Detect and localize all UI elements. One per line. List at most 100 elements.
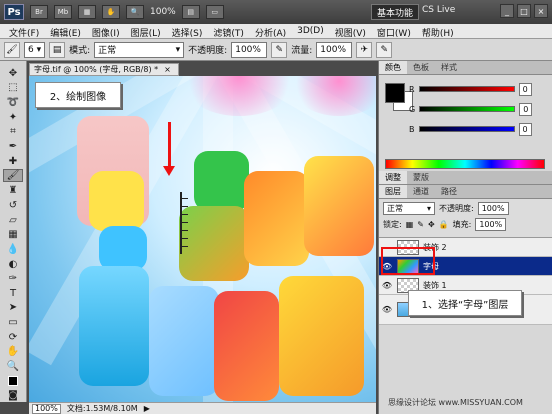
tab-masks[interactable]: 蒙版 xyxy=(407,171,435,184)
brush-size-picker[interactable]: 6 ▾ xyxy=(24,41,46,58)
brush-panel-icon[interactable]: ▤ xyxy=(49,41,66,58)
opacity-input[interactable]: 100% xyxy=(231,41,268,58)
r-value[interactable]: 0 xyxy=(518,82,532,96)
tab-layers[interactable]: 图层 xyxy=(379,185,407,198)
letter-piece xyxy=(89,171,144,231)
g-slider[interactable] xyxy=(419,106,516,112)
menu-3d[interactable]: 3D(D) xyxy=(292,24,330,38)
foreground-color-swatch[interactable] xyxy=(3,375,23,388)
slider-r[interactable]: R 0 xyxy=(409,82,532,96)
menu-view[interactable]: 视图(V) xyxy=(330,24,372,39)
chevron-down-icon: ▾ xyxy=(426,204,431,213)
history-brush-tool-icon[interactable]: ↺ xyxy=(3,199,23,212)
quick-select-tool-icon[interactable]: ✦ xyxy=(3,111,23,124)
view-extras-button[interactable]: ▦ xyxy=(78,5,96,19)
path-select-tool-icon[interactable]: ➤ xyxy=(3,302,23,315)
letter-r xyxy=(244,171,309,266)
workspace-button[interactable]: 基本功能 xyxy=(371,4,419,20)
slider-b[interactable]: B 0 xyxy=(409,122,532,136)
document-tab[interactable]: 字母.tif @ 100% (字母, RGB/8) * × xyxy=(29,63,179,76)
hand-tool-icon[interactable]: ✋ xyxy=(3,346,23,359)
minibridge-button[interactable]: Mb xyxy=(54,5,72,19)
healing-tool-icon[interactable]: ✚ xyxy=(3,155,23,168)
tab-paths[interactable]: 路径 xyxy=(435,185,463,198)
menu-file[interactable]: 文件(F) xyxy=(4,24,45,39)
close-tab-icon[interactable]: × xyxy=(164,65,171,74)
r-slider[interactable] xyxy=(418,86,515,92)
quick-mask-icon[interactable]: ◙ xyxy=(3,389,23,402)
tools-panel: ✥ ⬚ ➰ ✦ ⌗ ✒ ✚ 🖌 ♜ ↺ ▱ ▦ 💧 ◐ ✑ T ➤ ▭ ⟳ ✋ … xyxy=(0,61,27,402)
tab-adjustments[interactable]: 调整 xyxy=(379,171,407,184)
pressure-opacity-icon[interactable]: ✎ xyxy=(271,41,288,58)
eye-icon[interactable]: 👁 xyxy=(381,304,393,316)
airbrush-icon[interactable]: ✈ xyxy=(356,41,373,58)
cs-live-button[interactable]: CS Live xyxy=(422,5,455,15)
3d-rotate-tool-icon[interactable]: ⟳ xyxy=(3,331,23,344)
slider-g[interactable]: G 0 xyxy=(409,102,533,116)
foreground-color-swatch[interactable] xyxy=(385,83,405,103)
lock-position-icon[interactable]: ✥ xyxy=(428,220,435,229)
pressure-size-icon[interactable]: ✎ xyxy=(376,41,393,58)
arrange-documents-button[interactable]: ▤ xyxy=(181,5,200,19)
tab-styles[interactable]: 样式 xyxy=(435,61,463,74)
status-zoom-field[interactable]: 100% xyxy=(32,403,61,414)
brush-preset-icon[interactable]: 🖌 xyxy=(4,41,20,58)
hand-tool-button[interactable]: ✋ xyxy=(102,5,120,19)
minimize-button[interactable]: _ xyxy=(500,4,514,18)
tab-color[interactable]: 颜色 xyxy=(379,61,407,74)
close-button[interactable]: × xyxy=(534,4,548,18)
eye-icon[interactable]: 👁 xyxy=(381,279,393,291)
tab-swatches[interactable]: 色板 xyxy=(407,61,435,74)
bridge-button[interactable]: Br xyxy=(30,5,48,19)
selected-layer-highlight xyxy=(381,247,435,275)
flow-input[interactable]: 100% xyxy=(316,41,353,58)
lasso-tool-icon[interactable]: ➰ xyxy=(3,96,23,109)
menu-filter[interactable]: 滤镜(T) xyxy=(208,24,250,39)
eraser-tool-icon[interactable]: ▱ xyxy=(3,214,23,227)
color-spectrum[interactable] xyxy=(385,159,545,169)
b-slider[interactable] xyxy=(418,126,515,132)
b-value[interactable]: 0 xyxy=(518,122,532,136)
layer-opacity-input[interactable]: 100% xyxy=(477,202,509,215)
g-value[interactable]: 0 xyxy=(519,102,533,116)
menu-edit[interactable]: 编辑(E) xyxy=(45,24,87,39)
menu-select[interactable]: 选择(S) xyxy=(167,24,209,39)
lock-all-icon[interactable]: 🔒 xyxy=(439,220,449,229)
pen-tool-icon[interactable]: ✑ xyxy=(3,272,23,285)
shape-tool-icon[interactable]: ▭ xyxy=(3,316,23,329)
document-canvas[interactable]: 2、绘制图像 xyxy=(29,76,376,402)
crop-tool-icon[interactable]: ⌗ xyxy=(3,126,23,139)
eyedropper-tool-icon[interactable]: ✒ xyxy=(3,140,23,153)
marquee-tool-icon[interactable]: ⬚ xyxy=(3,82,23,95)
menu-help[interactable]: 帮助(H) xyxy=(417,24,460,39)
flow-value: 100% xyxy=(320,44,346,55)
zoom-tool-icon[interactable]: 🔍 xyxy=(3,360,23,373)
menu-window[interactable]: 窗口(W) xyxy=(372,24,417,39)
zoom-level[interactable]: 100% xyxy=(150,7,176,17)
gradient-tool-icon[interactable]: ▦ xyxy=(3,228,23,241)
tab-channels[interactable]: 通道 xyxy=(407,185,435,198)
clone-stamp-tool-icon[interactable]: ♜ xyxy=(3,184,23,197)
blend-mode-select[interactable]: 正常 ▾ xyxy=(383,202,435,215)
layer-name: 装饰 1 xyxy=(423,280,447,290)
lock-pixels-icon[interactable]: ✎ xyxy=(417,220,424,229)
brush-size-value: 6 xyxy=(28,44,34,55)
mode-select[interactable]: 正常 ▾ xyxy=(94,41,185,58)
fill-input[interactable]: 100% xyxy=(475,218,507,231)
status-arrow-icon[interactable]: ▶ xyxy=(144,404,150,413)
watermark-text: 思缘设计论坛 www.MISSYUAN.COM xyxy=(388,398,523,407)
screen-mode-button[interactable]: ▭ xyxy=(205,5,224,19)
move-tool-icon[interactable]: ✥ xyxy=(3,67,23,80)
zoom-tool-button[interactable]: 🔍 xyxy=(126,5,144,19)
guide-tick xyxy=(182,230,188,231)
maximize-button[interactable]: □ xyxy=(517,4,531,18)
menu-layer[interactable]: 图层(L) xyxy=(126,24,167,39)
letter-u xyxy=(79,266,149,386)
menu-analysis[interactable]: 分析(A) xyxy=(250,24,292,39)
menu-image[interactable]: 图像(I) xyxy=(87,24,126,39)
blur-tool-icon[interactable]: 💧 xyxy=(3,243,23,256)
dodge-tool-icon[interactable]: ◐ xyxy=(3,258,23,271)
type-tool-icon[interactable]: T xyxy=(3,287,23,300)
lock-transparency-icon[interactable]: ▦ xyxy=(406,220,414,229)
brush-tool-icon[interactable]: 🖌 xyxy=(3,169,23,183)
